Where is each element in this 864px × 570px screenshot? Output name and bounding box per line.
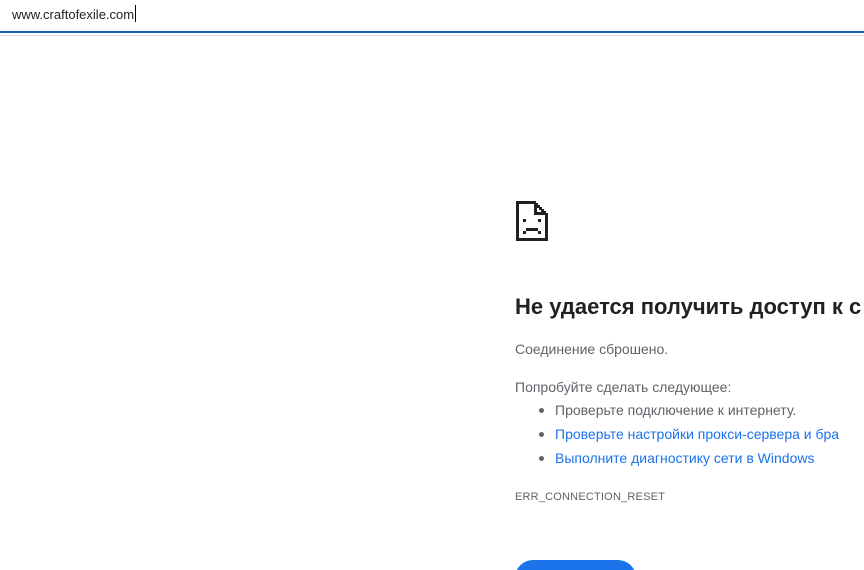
suggestion-item-proxy-settings[interactable]: Проверьте настройки прокси-сервера и бра xyxy=(515,425,839,449)
url-text: www.craftofexile.com xyxy=(12,7,135,22)
error-code: ERR_CONNECTION_RESET xyxy=(515,491,666,503)
text-caret xyxy=(135,5,137,22)
suggestions-heading: Попробуйте сделать следующее: xyxy=(515,379,732,395)
bullet-icon xyxy=(539,408,544,413)
error-title: Не удается получить доступ к с xyxy=(515,294,862,319)
suggestions-list: Проверьте подключение к интернету. Прове… xyxy=(515,401,839,473)
toolbar-divider xyxy=(0,35,864,36)
suggestion-item-network-diagnostics[interactable]: Выполните диагностику сети в Windows xyxy=(515,449,839,473)
reload-button[interactable] xyxy=(515,560,636,570)
url-input[interactable]: www.craftofexile.com xyxy=(12,5,137,23)
address-bar[interactable]: www.craftofexile.com xyxy=(0,0,864,33)
suggestion-text: Проверьте подключение к интернету. xyxy=(555,402,797,418)
error-message: Соединение сброшено. xyxy=(515,341,669,357)
bullet-icon xyxy=(539,432,544,437)
network-diagnostics-link[interactable]: Выполните диагностику сети в Windows xyxy=(555,450,814,466)
bullet-icon xyxy=(539,456,544,461)
suggestion-item-check-connection: Проверьте подключение к интернету. xyxy=(515,401,839,425)
proxy-settings-link[interactable]: Проверьте настройки прокси-сервера и бра xyxy=(555,426,839,442)
sad-page-icon xyxy=(516,201,548,241)
